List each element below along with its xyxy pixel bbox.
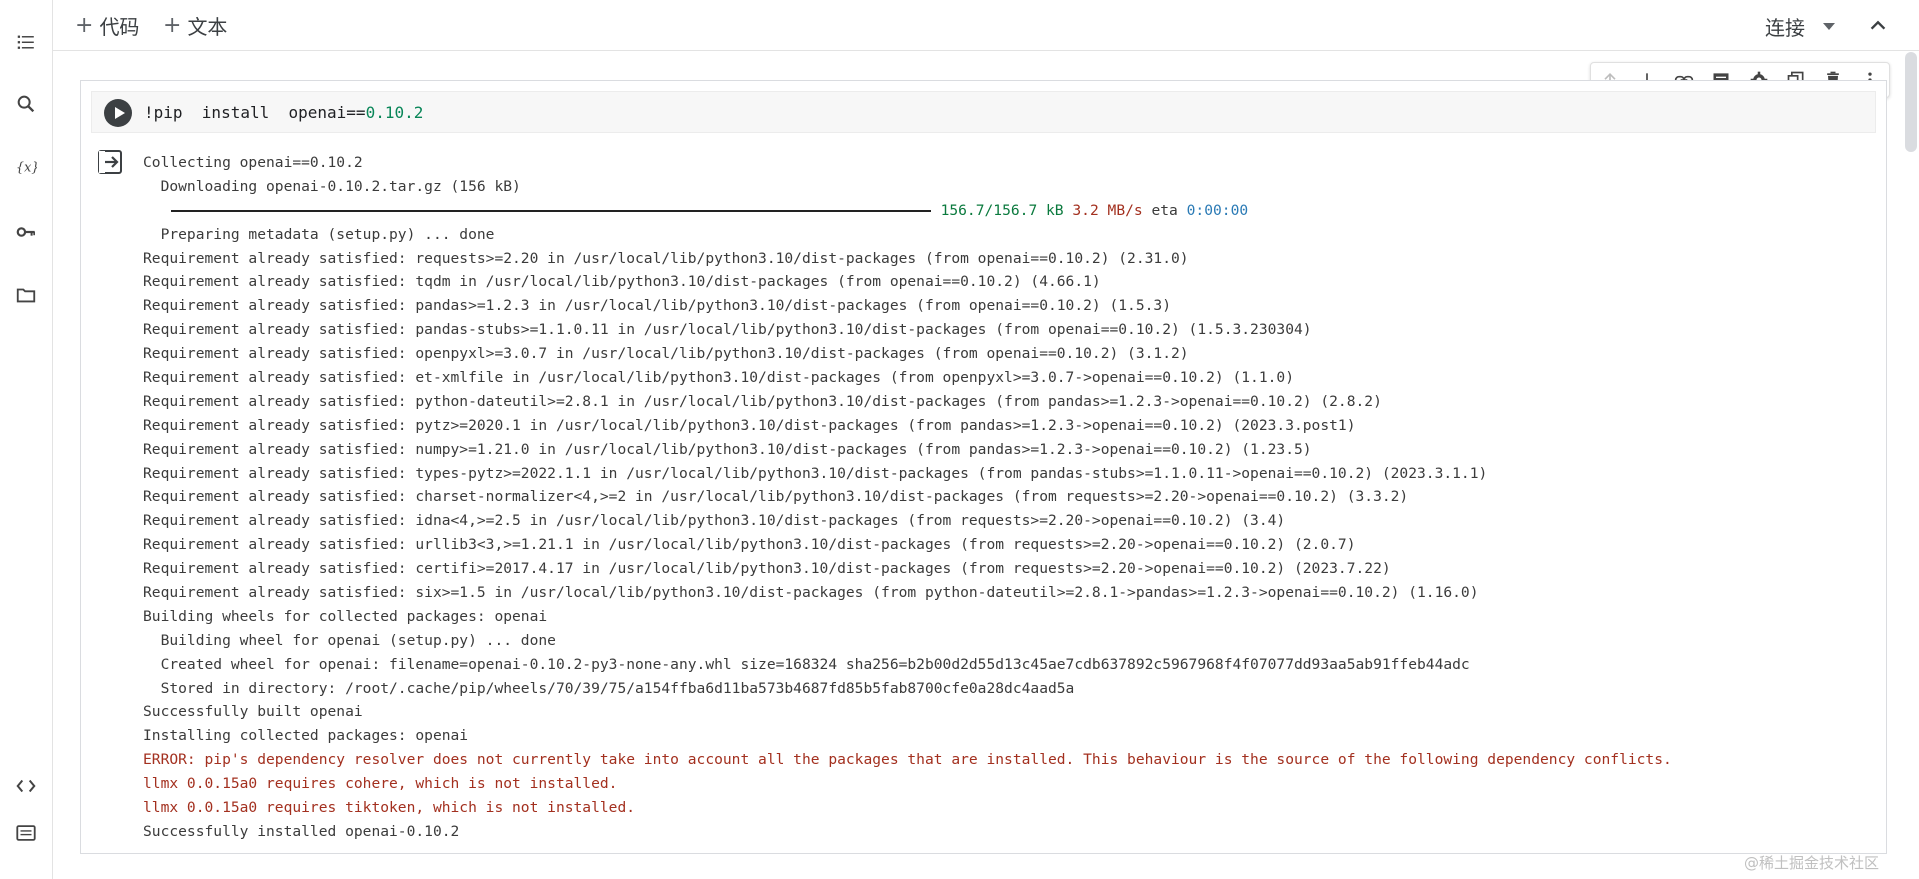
terminal-icon[interactable] <box>14 821 38 845</box>
watermark: @稀土掘金技术社区 <box>1743 854 1879 872</box>
output-line: Requirement already satisfied: charset-n… <box>143 488 1409 506</box>
key-icon[interactable] <box>14 220 38 244</box>
code-version: 0.10.2 <box>365 103 424 122</box>
add-text-label: 文本 <box>187 14 228 39</box>
output-error-line: llmx 0.0.15a0 requires cohere, which is … <box>143 775 618 793</box>
search-icon[interactable] <box>14 92 38 116</box>
code-prefix: !pip install openai== <box>144 103 366 122</box>
toc-icon[interactable] <box>14 30 38 54</box>
add-text-button[interactable]: + 文本 <box>163 12 228 39</box>
progress-eta-label: eta <box>1151 201 1178 219</box>
code-snippets-icon[interactable] <box>14 774 38 798</box>
cell-output: Collecting openai==0.10.2 Downloading op… <box>143 151 1876 844</box>
output-error-line: llmx 0.0.15a0 requires tiktoken, which i… <box>143 799 636 817</box>
output-line: Requirement already satisfied: pandas-st… <box>143 321 1312 339</box>
output-line: Requirement already satisfied: numpy>=1.… <box>143 440 1312 458</box>
chevron-up-icon[interactable] <box>1867 14 1889 36</box>
plus-icon: + <box>75 12 94 38</box>
output-line: Requirement already satisfied: certifi>=… <box>143 560 1391 578</box>
output-line: Requirement already satisfied: types-pyt… <box>143 464 1488 482</box>
output-line: Requirement already satisfied: openpyxl>… <box>143 345 1189 363</box>
connect-button[interactable]: 连接 <box>1765 12 1835 41</box>
plus-icon: + <box>163 12 182 38</box>
output-line: Collecting openai==0.10.2 <box>143 154 363 171</box>
output-line: Requirement already satisfied: pandas>=1… <box>143 297 1171 315</box>
code-cell[interactable]: !pip install openai==0.10.2 Collecting o… <box>80 80 1887 854</box>
output-line: Requirement already satisfied: idna<4,>=… <box>143 512 1286 530</box>
output-line: Building wheels for collected packages: … <box>143 607 548 625</box>
code-editor[interactable]: !pip install openai==0.10.2 <box>91 91 1876 133</box>
progress-size: 156.7/156.7 kB <box>940 201 1064 219</box>
progress-bar <box>170 209 931 212</box>
output-line: Installing collected packages: openai <box>143 727 469 745</box>
chevron-down-icon[interactable] <box>1823 23 1835 30</box>
output-line: Requirement already satisfied: et-xmlfil… <box>143 369 1294 387</box>
output-line: Successfully built openai <box>143 703 363 721</box>
variables-icon[interactable]: {x} <box>14 155 38 179</box>
play-icon <box>114 107 125 119</box>
download-progress: 156.7/156.7 kB 3.2 MB/s eta 0:00:00 <box>143 199 1876 223</box>
progress-eta: 0:00:00 <box>1186 201 1249 219</box>
left-sidebar: {x} <box>0 0 53 879</box>
svg-text:{x}: {x} <box>16 161 37 176</box>
output-line: Building wheel for openai (setup.py) ...… <box>143 631 556 649</box>
code-line[interactable]: !pip install openai==0.10.2 <box>144 103 423 122</box>
connect-label: 连接 <box>1765 16 1805 40</box>
output-line: Requirement already satisfied: tqdm in /… <box>143 273 1101 291</box>
top-toolbar: + 代码 + 文本 连接 <box>53 0 1919 51</box>
output-line: Preparing metadata (setup.py) ... done <box>143 225 495 243</box>
output-error-line: ERROR: pip's dependency resolver does no… <box>143 751 1672 769</box>
add-code-button[interactable]: + 代码 <box>75 12 140 39</box>
output-line: Successfully installed openai-0.10.2 <box>143 822 460 840</box>
output-line: Downloading openai-0.10.2.tar.gz (156 kB… <box>143 177 521 195</box>
output-line: Created wheel for openai: filename=opena… <box>143 655 1470 673</box>
output-line: Stored in directory: /root/.cache/pip/wh… <box>143 679 1075 697</box>
progress-speed: 3.2 MB/s <box>1072 201 1143 219</box>
output-line: Requirement already satisfied: six>=1.5 … <box>143 584 1479 602</box>
run-cell-button[interactable] <box>104 99 132 127</box>
output-line: Requirement already satisfied: pytz>=202… <box>143 416 1356 434</box>
output-line: Requirement already satisfied: urllib3<3… <box>143 536 1356 554</box>
output-actions-icon[interactable] <box>97 149 123 175</box>
output-line: Requirement already satisfied: python-da… <box>143 392 1382 410</box>
output-line: Requirement already satisfied: requests>… <box>143 249 1189 267</box>
add-code-label: 代码 <box>99 14 140 39</box>
folder-icon[interactable] <box>14 283 38 307</box>
scrollbar[interactable] <box>1905 52 1917 152</box>
